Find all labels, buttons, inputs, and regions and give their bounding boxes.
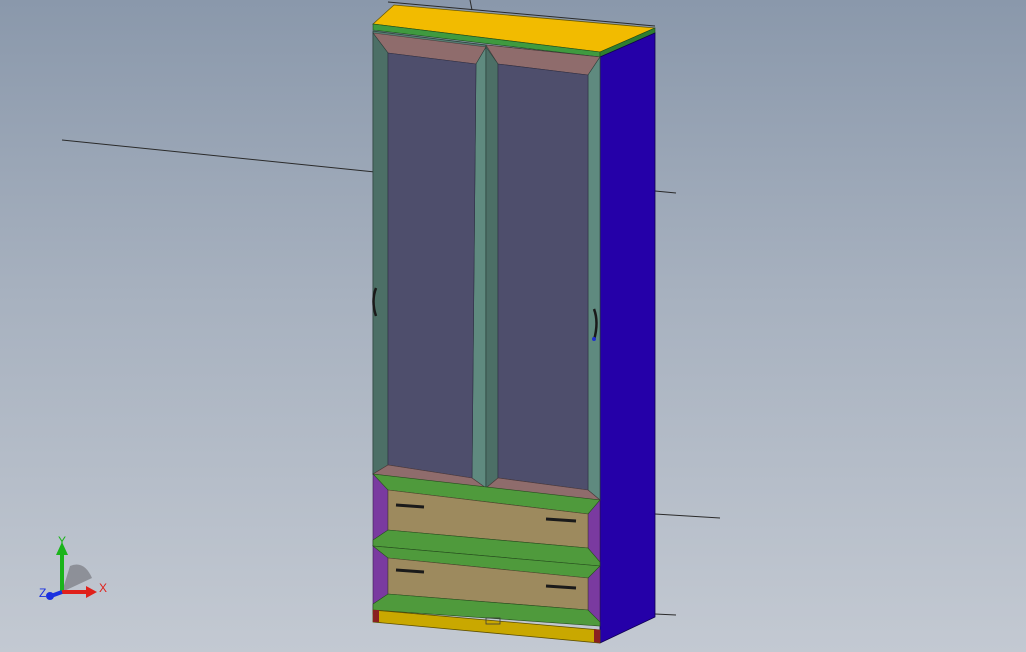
left-door[interactable] — [372, 30, 487, 489]
upper-drawer-handle-right[interactable] — [545, 517, 577, 523]
reference-line-right-upper — [654, 190, 677, 194]
right-door-stile-left — [485, 46, 499, 489]
upper-drawer-handle-left[interactable] — [395, 503, 425, 509]
lower-drawer-handle-left[interactable] — [395, 568, 425, 574]
graphics-viewport[interactable]: X Y Z — [0, 0, 1026, 652]
triad-z-label: Z — [39, 586, 46, 600]
lower-drawer-handle-right[interactable] — [545, 584, 577, 590]
cabinet-model[interactable] — [372, 4, 656, 644]
triad-x-label: X — [99, 581, 107, 595]
left-door-glass — [387, 52, 477, 479]
right-door-stile-right — [587, 56, 601, 501]
side-panel[interactable] — [599, 32, 656, 644]
door-handle-right-knob — [592, 337, 596, 341]
plinth-end-right — [594, 629, 600, 643]
model-view[interactable]: X Y Z — [0, 0, 1026, 652]
left-door-stile-left — [372, 32, 389, 475]
triad-y-label: Y — [58, 534, 66, 548]
orientation-triad[interactable]: X Y Z — [39, 534, 107, 600]
reference-line-right-bottom — [654, 613, 677, 616]
reference-line-left — [61, 139, 376, 173]
triad-z-arrow — [46, 592, 54, 600]
reference-line-top-tick — [469, 0, 473, 11]
plinth-end-left — [373, 610, 379, 622]
reference-line-right-lower — [654, 513, 721, 519]
right-door[interactable] — [485, 44, 601, 501]
triad-x-arrow — [86, 586, 97, 598]
right-door-glass — [497, 63, 589, 491]
